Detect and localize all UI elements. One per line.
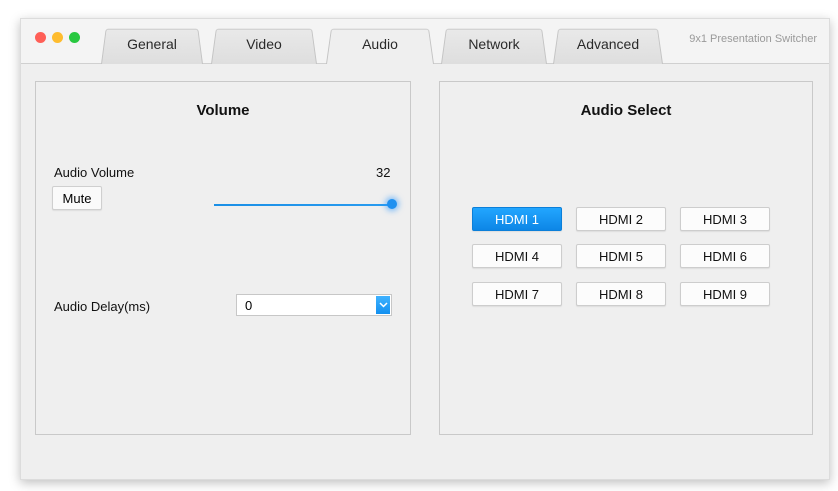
volume-slider-track[interactable] bbox=[214, 204, 394, 206]
hdmi-8-button[interactable]: HDMI 8 bbox=[576, 282, 666, 306]
audio-volume-label: Audio Volume bbox=[54, 165, 135, 180]
tab-advanced[interactable]: Advanced bbox=[553, 25, 663, 64]
audio-delay-label: Audio Delay(ms) bbox=[54, 299, 151, 314]
app-title: 9x1 Presentation Switcher bbox=[689, 33, 817, 45]
tab-label: General bbox=[127, 36, 177, 52]
title-bar: General Video Audio Network Advanced 9x1… bbox=[21, 19, 829, 64]
app-window: General Video Audio Network Advanced 9x1… bbox=[20, 18, 830, 480]
hdmi-4-button[interactable]: HDMI 4 bbox=[472, 244, 562, 268]
hdmi-1-button[interactable]: HDMI 1 bbox=[472, 207, 562, 231]
minimize-window-icon[interactable] bbox=[52, 32, 63, 43]
chevron-down-icon[interactable] bbox=[376, 296, 390, 314]
tab-label: Advanced bbox=[576, 36, 640, 52]
audio-select-panel: Audio Select HDMI 1 HDMI 2 HDMI 3 HDMI 4… bbox=[439, 81, 813, 435]
volume-panel-title: Volume bbox=[196, 102, 250, 119]
mute-button[interactable]: Mute bbox=[52, 186, 102, 210]
tab-label: Audio bbox=[362, 36, 398, 52]
hdmi-6-button[interactable]: HDMI 6 bbox=[680, 244, 770, 268]
zoom-window-icon[interactable] bbox=[69, 32, 80, 43]
hdmi-2-button[interactable]: HDMI 2 bbox=[576, 207, 666, 231]
tab-video[interactable]: Video bbox=[211, 25, 317, 64]
hdmi-5-button[interactable]: HDMI 5 bbox=[576, 244, 666, 268]
hdmi-3-button[interactable]: HDMI 3 bbox=[680, 207, 770, 231]
tab-label: Video bbox=[246, 36, 282, 52]
volume-slider-thumb[interactable] bbox=[387, 199, 397, 209]
audio-select-title: Audio Select bbox=[580, 102, 672, 119]
tab-audio[interactable]: Audio bbox=[326, 25, 434, 64]
audio-delay-value: 0 bbox=[245, 298, 253, 313]
volume-panel: Volume Audio Volume 32 Mute Audio Delay(… bbox=[35, 81, 411, 435]
tab-general[interactable]: General bbox=[101, 25, 203, 64]
audio-delay-select[interactable]: 0 bbox=[236, 294, 392, 316]
tab-network[interactable]: Network bbox=[441, 25, 547, 64]
close-window-icon[interactable] bbox=[35, 32, 46, 43]
audio-volume-value: 32 bbox=[376, 165, 391, 180]
tab-label: Network bbox=[468, 36, 520, 52]
hdmi-7-button[interactable]: HDMI 7 bbox=[472, 282, 562, 306]
hdmi-9-button[interactable]: HDMI 9 bbox=[680, 282, 770, 306]
